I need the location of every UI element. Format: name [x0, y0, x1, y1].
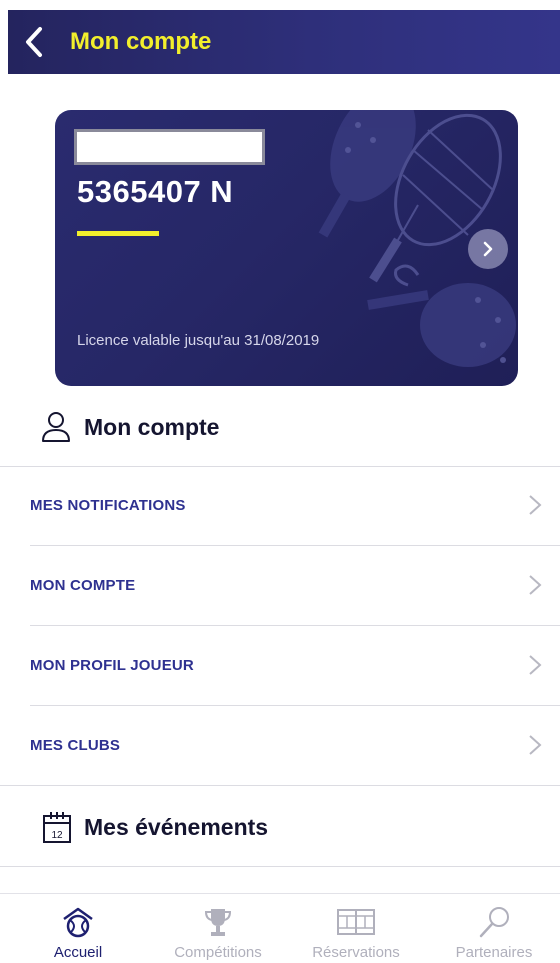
divider — [0, 866, 560, 867]
chevron-right-icon — [529, 495, 542, 515]
menu-item-player-profile[interactable]: MON PROFIL JOUEUR — [0, 626, 560, 705]
chevron-right-icon — [529, 655, 542, 675]
license-number: 5365407 N — [77, 174, 234, 209]
license-validity: Licence valable jusqu'au 31/08/2019 — [77, 332, 320, 349]
tab-label: Réservations — [312, 944, 400, 961]
redacted-name — [74, 129, 265, 165]
events-section-header[interactable]: 12 Mes événements — [0, 794, 560, 860]
license-card[interactable]: 5365407 N Licence valable jusqu'au 31/08… — [55, 110, 518, 386]
menu-item-label: MES NOTIFICATIONS — [30, 497, 186, 514]
tab-label: Accueil — [53, 944, 103, 961]
tab-competitions[interactable]: Compétitions — [148, 894, 288, 963]
chevron-right-icon — [529, 575, 542, 595]
top-bar: Mon compte — [0, 0, 560, 74]
menu-item-label: MON PROFIL JOUEUR — [30, 657, 194, 674]
home-ball-icon — [63, 907, 93, 938]
chevron-left-icon — [26, 27, 42, 57]
tab-label: Partenaires — [455, 944, 533, 961]
court-icon — [337, 909, 375, 935]
back-button[interactable] — [8, 10, 60, 74]
calendar-day: 12 — [51, 830, 63, 841]
trophy-icon — [204, 909, 232, 936]
calendar-icon: 12 — [43, 812, 71, 843]
user-icon — [42, 412, 70, 442]
tab-label: Compétitions — [174, 944, 262, 961]
tab-accueil[interactable]: Accueil — [8, 894, 148, 963]
menu-item-notifications[interactable]: MES NOTIFICATIONS — [0, 466, 560, 545]
tab-partenaires[interactable]: Partenaires — [424, 894, 560, 963]
chevron-right-icon — [529, 735, 542, 755]
card-open-button[interactable] — [468, 229, 508, 269]
menu-item-account[interactable]: MON COMPTE — [0, 546, 560, 625]
section-title: Mon compte — [84, 413, 220, 440]
header: Mon compte — [8, 10, 560, 74]
tab-reservations[interactable]: Réservations — [286, 894, 426, 963]
menu-item-label: MES CLUBS — [30, 737, 121, 754]
page-title: Mon compte — [70, 28, 212, 55]
chevron-right-icon — [483, 241, 493, 257]
accent-underline — [77, 231, 159, 236]
menu-item-label: MON COMPTE — [30, 577, 136, 594]
section-title: Mes événements — [84, 813, 269, 840]
account-section-header: Mon compte — [0, 394, 560, 460]
bottom-tab-bar: Accueil Compétitions Réservations Parten… — [0, 893, 560, 963]
menu-item-clubs[interactable]: MES CLUBS — [0, 706, 560, 785]
racket-icon — [479, 907, 509, 938]
divider — [0, 785, 560, 786]
